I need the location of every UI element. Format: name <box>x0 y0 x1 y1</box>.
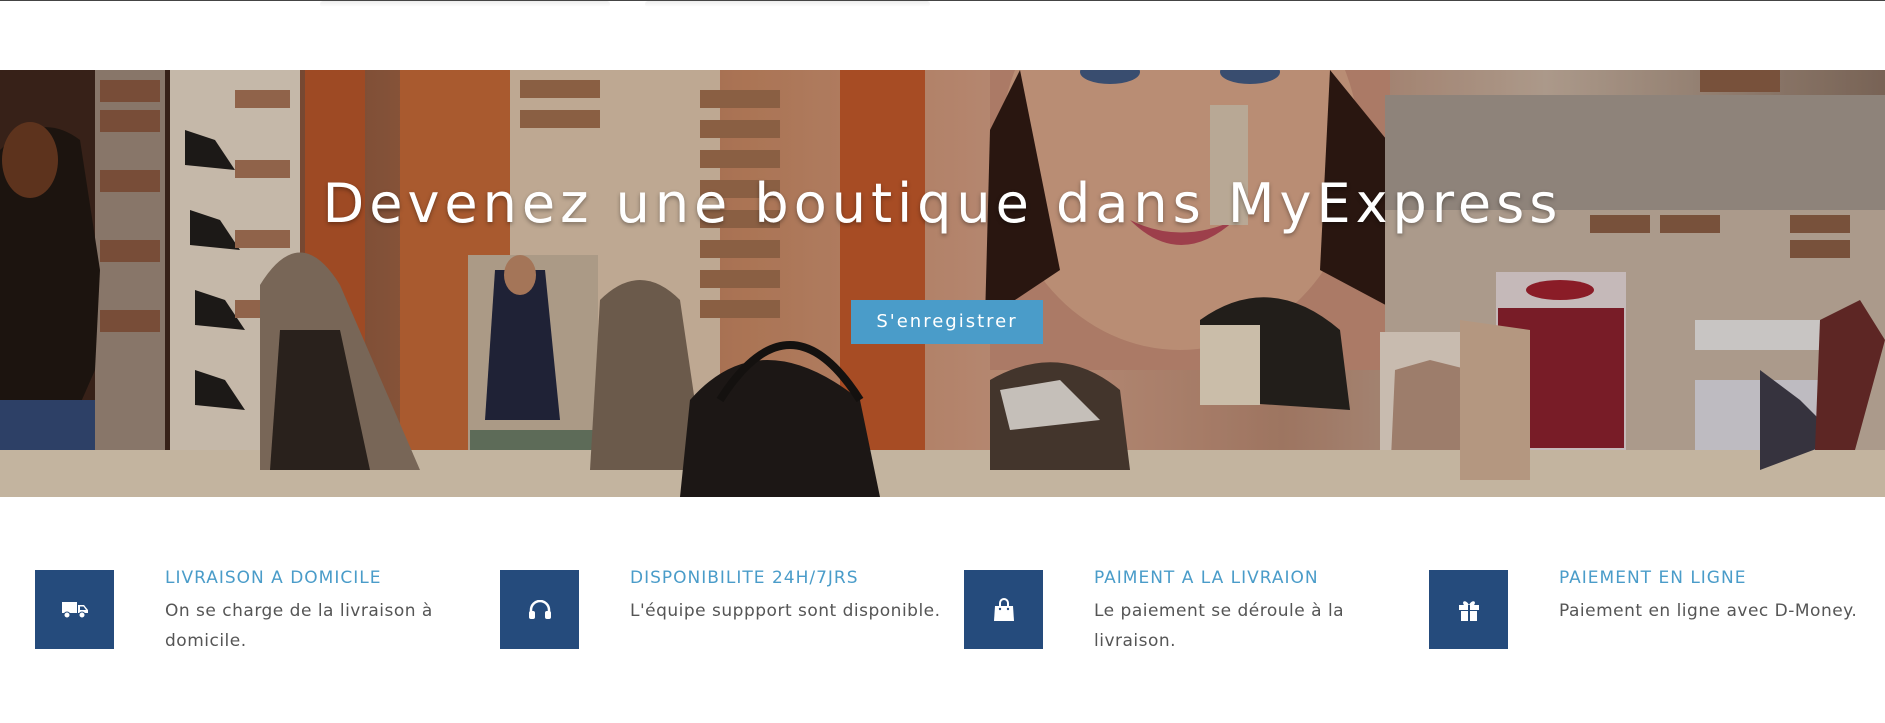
register-button[interactable]: S'enregistrer <box>851 300 1043 344</box>
feature-title: PAIEMENT EN LIGNE <box>1559 568 1747 588</box>
feature-description: L'équipe suppport sont disponible. <box>630 601 941 621</box>
top-divider <box>0 0 1885 1</box>
feature-title: PAIMENT A LA LIVRAION <box>1094 568 1319 588</box>
feature-icon-box <box>35 570 114 649</box>
shopping-bag-icon <box>993 597 1014 621</box>
nav-shadow <box>320 1 610 7</box>
feature-description: On se charge de la livraison à domicile. <box>165 601 433 651</box>
hero-overlay <box>0 70 1885 497</box>
gift-icon <box>1458 600 1479 621</box>
hero-banner: Devenez une boutique dans MyExpress S'en… <box>0 70 1885 497</box>
page: Devenez une boutique dans MyExpress S'en… <box>0 0 1885 723</box>
feature-description: Le paiement se déroule à la livraison. <box>1094 601 1345 651</box>
feature-icon-box <box>964 570 1043 649</box>
hero-title: Devenez une boutique dans MyExpress <box>322 172 1563 235</box>
feature-description: Paiement en ligne avec D-Money. <box>1559 601 1858 621</box>
feature-icon-box <box>500 570 579 649</box>
feature-title: LIVRAISON A DOMICILE <box>165 568 382 588</box>
feature-title: DISPONIBILITE 24H/7JRS <box>630 568 859 588</box>
headphones-icon <box>528 599 551 619</box>
feature-icon-box <box>1429 570 1508 649</box>
features-row: LIVRAISON A DOMICILE On se charge de la … <box>0 568 1885 678</box>
truck-icon <box>61 601 88 618</box>
nav-shadow <box>645 1 930 7</box>
